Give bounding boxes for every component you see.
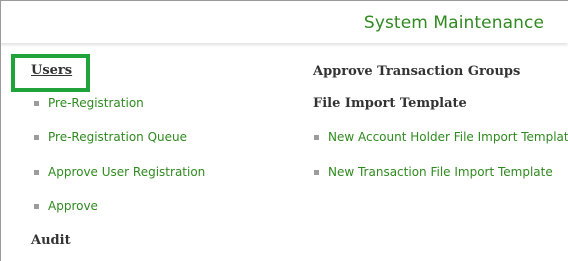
new-account-holder-template-link[interactable]: New Account Holder File Import Template xyxy=(314,128,568,146)
pre-registration-queue-link[interactable]: Pre-Registration Queue xyxy=(34,128,187,146)
square-bullet-icon xyxy=(34,100,39,106)
square-bullet-icon xyxy=(34,169,39,175)
approve-link[interactable]: Approve xyxy=(34,197,98,215)
square-bullet-icon xyxy=(34,134,39,140)
approve-transaction-groups-heading: Approve Transaction Groups xyxy=(313,64,521,79)
file-import-template-heading: File Import Template xyxy=(313,96,467,111)
page-title: System Maintenance xyxy=(363,13,544,33)
approve-label: Approve xyxy=(48,199,98,213)
square-bullet-icon xyxy=(314,134,319,140)
users-link[interactable]: Users xyxy=(31,63,72,78)
new-account-holder-template-label: New Account Holder File Import Template xyxy=(328,130,568,144)
approve-user-registration-link[interactable]: Approve User Registration xyxy=(34,163,205,181)
pre-registration-queue-label: Pre-Registration Queue xyxy=(48,130,188,144)
pre-registration-label: Pre-Registration xyxy=(48,96,144,110)
page-header: System Maintenance xyxy=(0,0,568,43)
audit-heading: Audit xyxy=(31,233,71,248)
pre-registration-link[interactable]: Pre-Registration xyxy=(34,94,144,112)
approve-user-registration-label: Approve User Registration xyxy=(48,165,206,179)
new-transaction-template-label: New Transaction File Import Template xyxy=(328,165,553,179)
square-bullet-icon xyxy=(314,169,319,175)
new-transaction-template-link[interactable]: New Transaction File Import Template xyxy=(314,163,553,181)
square-bullet-icon xyxy=(34,203,39,209)
